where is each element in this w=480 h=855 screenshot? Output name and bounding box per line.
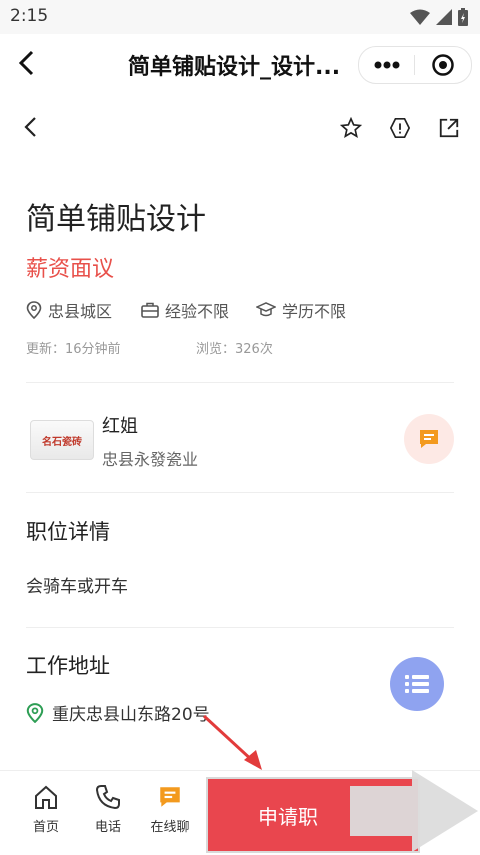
close-miniapp-button[interactable] — [415, 47, 470, 83]
chat-icon — [160, 787, 180, 807]
tab-online-chat[interactable]: 在线聊 — [140, 784, 200, 835]
miniapp-nav-bar: 简单铺贴设计_设计... — [0, 34, 480, 94]
job-experience: 经验不限 — [141, 298, 229, 322]
education-text: 学历不限 — [282, 302, 347, 321]
salary-text: 薪资面议 — [26, 257, 115, 282]
divider — [26, 382, 454, 383]
tab-phone[interactable]: 电话 — [78, 784, 138, 835]
updated-time: 更新：16分钟前 — [26, 342, 121, 357]
back-icon[interactable] — [14, 49, 40, 77]
chat-bubble-icon — [420, 430, 438, 448]
favorite-star-icon[interactable] — [340, 117, 362, 139]
wifi-icon — [410, 9, 430, 25]
status-time: 2:15 — [10, 6, 49, 26]
tab-home[interactable]: 首页 — [16, 784, 76, 835]
phone-icon — [95, 785, 120, 810]
report-icon[interactable] — [389, 117, 411, 139]
job-title: 简单铺贴设计 — [26, 202, 206, 237]
contact-name: 红姐 — [102, 416, 138, 437]
work-address[interactable]: 重庆忠县山东路20号 — [26, 700, 210, 725]
battery-icon — [458, 8, 468, 26]
more-button[interactable] — [359, 47, 414, 83]
tab-home-label: 首页 — [32, 820, 59, 835]
list-icon — [405, 675, 429, 693]
status-bar: 2:15 — [0, 0, 480, 34]
share-icon[interactable] — [438, 117, 460, 139]
view-count: 浏览：326次 — [196, 342, 273, 357]
miniapp-title: 简单铺贴设计_设计... — [128, 55, 341, 80]
signal-icon — [436, 9, 452, 25]
target-close-icon — [431, 54, 454, 76]
job-education: 学历不限 — [256, 298, 346, 322]
tab-chat-label: 在线聊 — [150, 820, 190, 835]
status-icons — [410, 8, 468, 26]
apply-label: 申请职 — [258, 804, 318, 829]
job-location: 忠县城区 — [26, 298, 112, 322]
company-logo: 名石瓷砖 — [30, 420, 94, 460]
address-heading: 工作地址 — [26, 654, 110, 678]
home-icon — [35, 785, 57, 809]
capsule-menu — [358, 46, 472, 84]
graduation-cap-icon — [256, 302, 276, 317]
divider — [26, 627, 454, 628]
briefcase-icon — [141, 302, 159, 318]
experience-text: 经验不限 — [165, 302, 230, 321]
page-back-icon[interactable] — [22, 116, 40, 138]
location-pin-icon — [26, 301, 42, 319]
annotation-arrow — [202, 714, 262, 770]
company-name: 忠县永發瓷业 — [102, 450, 199, 469]
details-heading: 职位详情 — [26, 520, 110, 544]
map-pin-icon — [26, 702, 44, 723]
address-text: 重庆忠县山东路20号 — [52, 705, 210, 725]
divider — [26, 492, 454, 493]
details-text: 会骑车或开车 — [26, 577, 128, 597]
chat-contact-button[interactable] — [404, 414, 454, 464]
company-logo-text: 名石瓷砖 — [42, 436, 82, 448]
annotation-grey-arrow — [350, 770, 478, 852]
location-text: 忠县城区 — [48, 302, 113, 321]
tab-phone-label: 电话 — [94, 820, 121, 835]
more-dots-icon — [374, 61, 399, 69]
menu-list-button[interactable] — [390, 657, 444, 711]
